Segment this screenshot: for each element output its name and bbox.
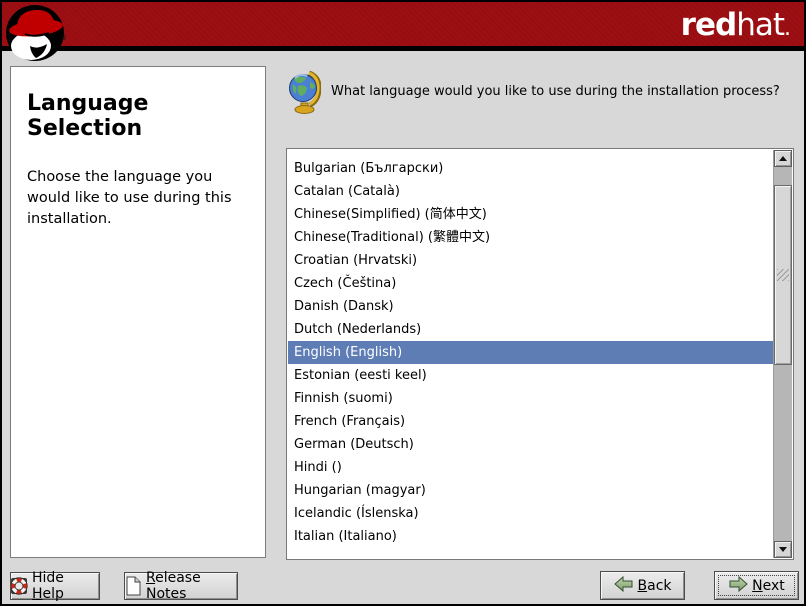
list-item[interactable]: Hindi () bbox=[288, 456, 773, 479]
help-panel: Language Selection Choose the language y… bbox=[10, 66, 266, 558]
next-label: Next bbox=[752, 578, 785, 594]
scrollbar[interactable] bbox=[773, 150, 792, 558]
globe-icon bbox=[288, 70, 321, 114]
list-item[interactable]: Catalan (Català) bbox=[288, 180, 773, 203]
next-button[interactable]: Next bbox=[714, 571, 799, 600]
back-button[interactable]: Back bbox=[600, 571, 685, 600]
scroll-up-button[interactable] bbox=[774, 150, 792, 167]
header-divider bbox=[2, 46, 804, 51]
list-item[interactable]: French (Français) bbox=[288, 410, 773, 433]
green-right-arrow-icon bbox=[728, 576, 748, 596]
scrollbar-trough[interactable] bbox=[774, 167, 792, 541]
question-row: What language would you like to use duri… bbox=[288, 70, 788, 114]
thumb-grip-icon bbox=[777, 269, 789, 281]
redhat-wordmark: redhat. bbox=[681, 9, 790, 45]
list-item[interactable]: Danish (Dansk) bbox=[288, 295, 773, 318]
redhat-shadowman-logo-icon bbox=[5, 4, 67, 62]
language-list-panel: Bulgarian (Български)Catalan (Català)Chi… bbox=[286, 148, 794, 560]
down-arrow-icon bbox=[779, 547, 787, 552]
list-item[interactable]: Chinese(Traditional) (繁體中文) bbox=[288, 226, 773, 249]
list-item[interactable]: Chinese(Simplified) (简体中文) bbox=[288, 203, 773, 226]
green-left-arrow-icon bbox=[614, 576, 634, 596]
brand-dot: . bbox=[784, 16, 790, 41]
list-item[interactable]: Finnish (suomi) bbox=[288, 387, 773, 410]
list-item[interactable]: Icelandic (Íslenska) bbox=[288, 502, 773, 525]
list-item[interactable]: Hungarian (magyar) bbox=[288, 479, 773, 502]
registered-trademark: ® bbox=[60, 34, 67, 42]
language-list: Bulgarian (Български)Catalan (Català)Chi… bbox=[288, 150, 773, 558]
page-title: Language Selection bbox=[27, 91, 249, 141]
scrollbar-thumb[interactable] bbox=[774, 185, 792, 365]
list-item[interactable]: Estonian (eesti keel) bbox=[288, 364, 773, 387]
brand-hat: hat bbox=[736, 7, 784, 43]
document-icon bbox=[125, 576, 142, 596]
header-banner: redhat. bbox=[2, 2, 804, 46]
list-item[interactable]: Czech (Čeština) bbox=[288, 272, 773, 295]
lifebuoy-icon bbox=[11, 576, 28, 596]
up-arrow-icon bbox=[779, 156, 787, 161]
release-notes-label: Release Notes bbox=[146, 570, 237, 602]
help-text: Choose the language you would like to us… bbox=[27, 167, 249, 230]
question-text: What language would you like to use duri… bbox=[331, 70, 780, 103]
hide-help-button[interactable]: Hide Help bbox=[10, 572, 100, 600]
list-item[interactable]: English (English) bbox=[288, 341, 773, 364]
scroll-down-button[interactable] bbox=[774, 541, 792, 558]
installer-window: redhat. ® Language Selection Choose the … bbox=[0, 0, 806, 606]
list-item[interactable]: German (Deutsch) bbox=[288, 433, 773, 456]
list-item[interactable]: Dutch (Nederlands) bbox=[288, 318, 773, 341]
brand-red: red bbox=[681, 7, 737, 43]
back-label: Back bbox=[638, 578, 672, 594]
list-item[interactable]: Bulgarian (Български) bbox=[288, 157, 773, 180]
hide-help-label: Hide Help bbox=[32, 570, 99, 602]
list-item[interactable]: Croatian (Hrvatski) bbox=[288, 249, 773, 272]
release-notes-button[interactable]: Release Notes bbox=[124, 572, 238, 600]
list-item[interactable]: Italian (Italiano) bbox=[288, 525, 773, 548]
